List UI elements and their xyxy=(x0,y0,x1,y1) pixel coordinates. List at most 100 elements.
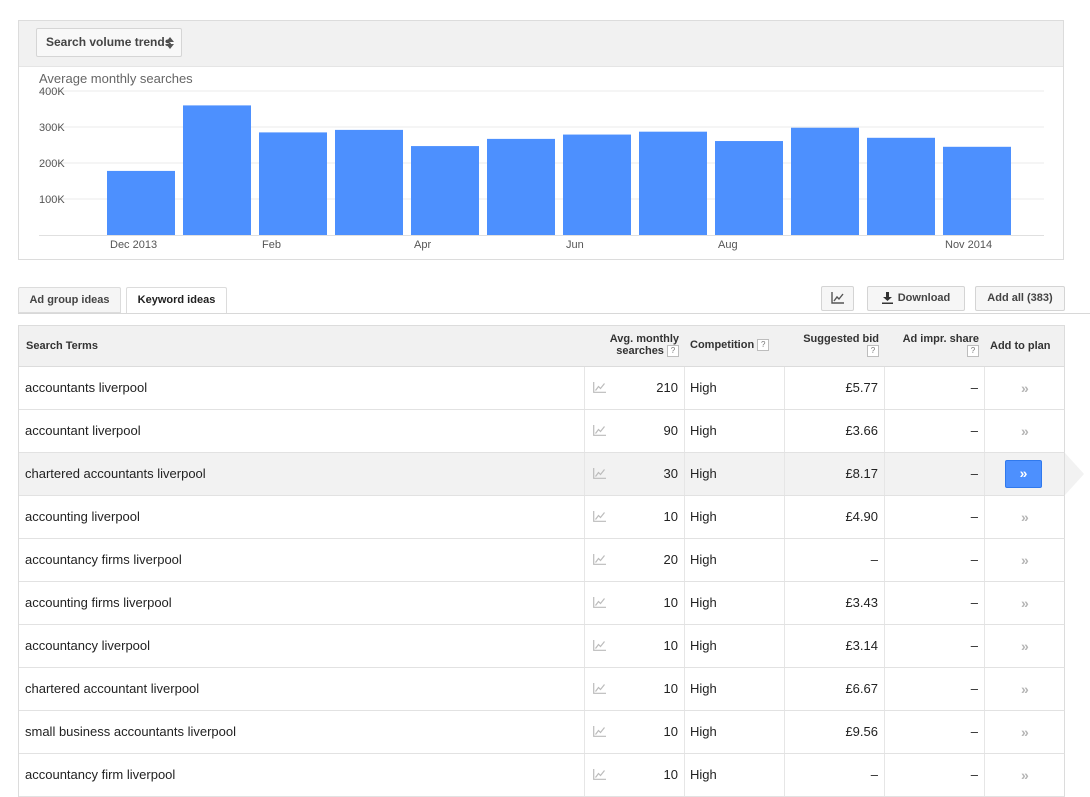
add-to-plan-button[interactable]: » xyxy=(1021,410,1035,452)
search-term-cell: accountancy firms liverpool xyxy=(25,552,182,567)
search-term-cell: accounting firms liverpool xyxy=(25,595,172,610)
column-separator xyxy=(884,496,885,538)
suggested-bid-cell: £4.90 xyxy=(845,509,878,524)
table-row[interactable]: chartered accountants liverpool 30 High £8… xyxy=(19,453,1084,496)
suggested-bid-cell: £5.77 xyxy=(845,380,878,395)
trend-chart-icon[interactable] xyxy=(593,554,606,565)
chart-bar xyxy=(259,132,327,235)
header-bid-label: Suggested bid xyxy=(803,333,879,345)
trend-chart-icon[interactable] xyxy=(593,597,606,608)
add-to-plan-button[interactable]: » xyxy=(1021,367,1035,409)
competition-cell: High xyxy=(690,767,717,782)
table-row[interactable]: accountants liverpool 210 High £5.77 – » xyxy=(19,367,1065,410)
add-to-plan-button[interactable]: » xyxy=(1021,582,1035,624)
table-row[interactable]: small business accountants liverpool 10 H… xyxy=(19,711,1065,754)
search-term-cell: accounting liverpool xyxy=(25,509,140,524)
header-avg-monthly-searches[interactable]: Avg. monthly searches ? xyxy=(585,333,679,358)
chart-bar xyxy=(411,146,479,235)
table-row[interactable]: accountancy firm liverpool 10 High – – » xyxy=(19,754,1065,797)
suggested-bid-cell: – xyxy=(870,552,878,567)
search-term-cell: chartered accountants liverpool xyxy=(25,466,206,481)
search-term-cell: accountancy firm liverpool xyxy=(25,767,176,782)
trend-chart-icon[interactable] xyxy=(593,468,606,479)
trend-chart-icon[interactable] xyxy=(593,726,606,737)
avg-monthly-searches-cell: 30 xyxy=(663,466,678,481)
column-separator xyxy=(784,582,785,624)
chart-toggle-button[interactable] xyxy=(821,286,854,311)
line-chart-icon xyxy=(830,292,844,304)
table-row[interactable]: chartered accountant liverpool 10 High £6.… xyxy=(19,668,1065,711)
column-separator xyxy=(584,496,585,538)
table-row[interactable]: accountant liverpool 90 High £3.66 – » xyxy=(19,410,1065,453)
trend-chart-icon[interactable] xyxy=(593,683,606,694)
column-separator xyxy=(784,453,785,495)
x-tick-label: Dec 2013 xyxy=(110,239,157,251)
avg-monthly-searches-cell: 10 xyxy=(663,681,678,696)
table-row[interactable]: accountancy firms liverpool 20 High – – » xyxy=(19,539,1065,582)
column-separator xyxy=(784,496,785,538)
download-label: Download xyxy=(897,292,951,304)
y-tick-label: 400K xyxy=(39,86,65,98)
competition-cell: High xyxy=(690,423,717,438)
column-separator xyxy=(784,539,785,581)
metric-select[interactable]: Search volume trends xyxy=(36,28,182,57)
column-separator xyxy=(884,582,885,624)
help-icon[interactable]: ? xyxy=(867,345,879,358)
column-separator xyxy=(684,668,685,710)
chart-bar xyxy=(335,129,403,235)
x-tick-label: Feb xyxy=(262,239,281,251)
trend-chart-icon[interactable] xyxy=(593,640,606,651)
x-tick-label: Aug xyxy=(718,239,738,251)
trend-chart-icon[interactable] xyxy=(593,511,606,522)
header-ad-impr-share[interactable]: Ad impr. share ? xyxy=(885,333,979,358)
add-to-plan-button[interactable]: » xyxy=(1021,711,1035,753)
suggested-bid-cell: £8.17 xyxy=(845,466,878,481)
y-tick-label: 200K xyxy=(39,158,65,170)
add-to-plan-button[interactable]: » xyxy=(1021,625,1035,667)
search-term-cell: accountant liverpool xyxy=(25,423,141,438)
chart-bar xyxy=(563,134,631,235)
add-to-plan-button[interactable]: » xyxy=(1005,460,1042,488)
table-row[interactable]: accounting firms liverpool 10 High £3.43 – » xyxy=(19,582,1065,625)
chart-bar xyxy=(943,146,1011,235)
add-to-plan-button[interactable]: » xyxy=(1021,496,1035,538)
download-button[interactable]: Download xyxy=(867,286,965,311)
add-to-plan-button[interactable]: » xyxy=(1021,539,1035,581)
tab-ad-group-ideas[interactable]: Ad group ideas xyxy=(18,287,121,313)
help-icon[interactable]: ? xyxy=(967,345,979,358)
header-competition[interactable]: Competition ? xyxy=(690,339,770,352)
column-separator xyxy=(984,367,985,409)
competition-cell: High xyxy=(690,466,717,481)
suggested-bid-cell: £6.67 xyxy=(845,681,878,696)
row-pointer xyxy=(1065,453,1084,495)
column-separator xyxy=(984,625,985,667)
ad-impr-share-cell: – xyxy=(970,724,978,739)
ad-impr-share-cell: – xyxy=(970,595,978,610)
suggested-bid-cell: – xyxy=(870,767,878,782)
tab-keyword-ideas[interactable]: Keyword ideas xyxy=(126,287,227,314)
column-separator xyxy=(984,754,985,796)
search-volume-bar-chart: 100K 200K 300K 400K Dec 2013 Feb Apr Jun Aug Nov … xyxy=(39,86,1044,251)
column-separator xyxy=(884,668,885,710)
column-separator xyxy=(984,582,985,624)
help-icon[interactable]: ? xyxy=(667,345,679,358)
add-to-plan-button[interactable]: » xyxy=(1021,754,1035,796)
x-tick-label: Nov 2014 xyxy=(945,239,992,251)
add-to-plan-button[interactable]: » xyxy=(1021,668,1035,710)
help-icon[interactable]: ? xyxy=(757,339,770,352)
table-row[interactable]: accountancy liverpool 10 High £3.14 – » xyxy=(19,625,1065,668)
table-header: Search Terms Avg. monthly searches ? Com… xyxy=(19,326,1065,367)
table-row[interactable]: accounting liverpool 10 High £4.90 – » xyxy=(19,496,1065,539)
competition-cell: High xyxy=(690,552,717,567)
tab-label: Ad group ideas xyxy=(29,294,110,306)
ad-impr-share-cell: – xyxy=(970,423,978,438)
header-suggested-bid[interactable]: Suggested bid ? xyxy=(785,333,879,358)
keyword-ideas-table: Search Terms Avg. monthly searches ? Com… xyxy=(18,325,1084,797)
column-separator xyxy=(584,453,585,495)
header-search-terms[interactable]: Search Terms xyxy=(26,340,98,352)
trend-chart-icon[interactable] xyxy=(593,425,606,436)
search-term-cell: accountants liverpool xyxy=(25,380,148,395)
add-all-button[interactable]: Add all (383) xyxy=(975,286,1065,311)
trend-chart-icon[interactable] xyxy=(593,382,606,393)
avg-monthly-searches-cell: 20 xyxy=(663,552,678,567)
